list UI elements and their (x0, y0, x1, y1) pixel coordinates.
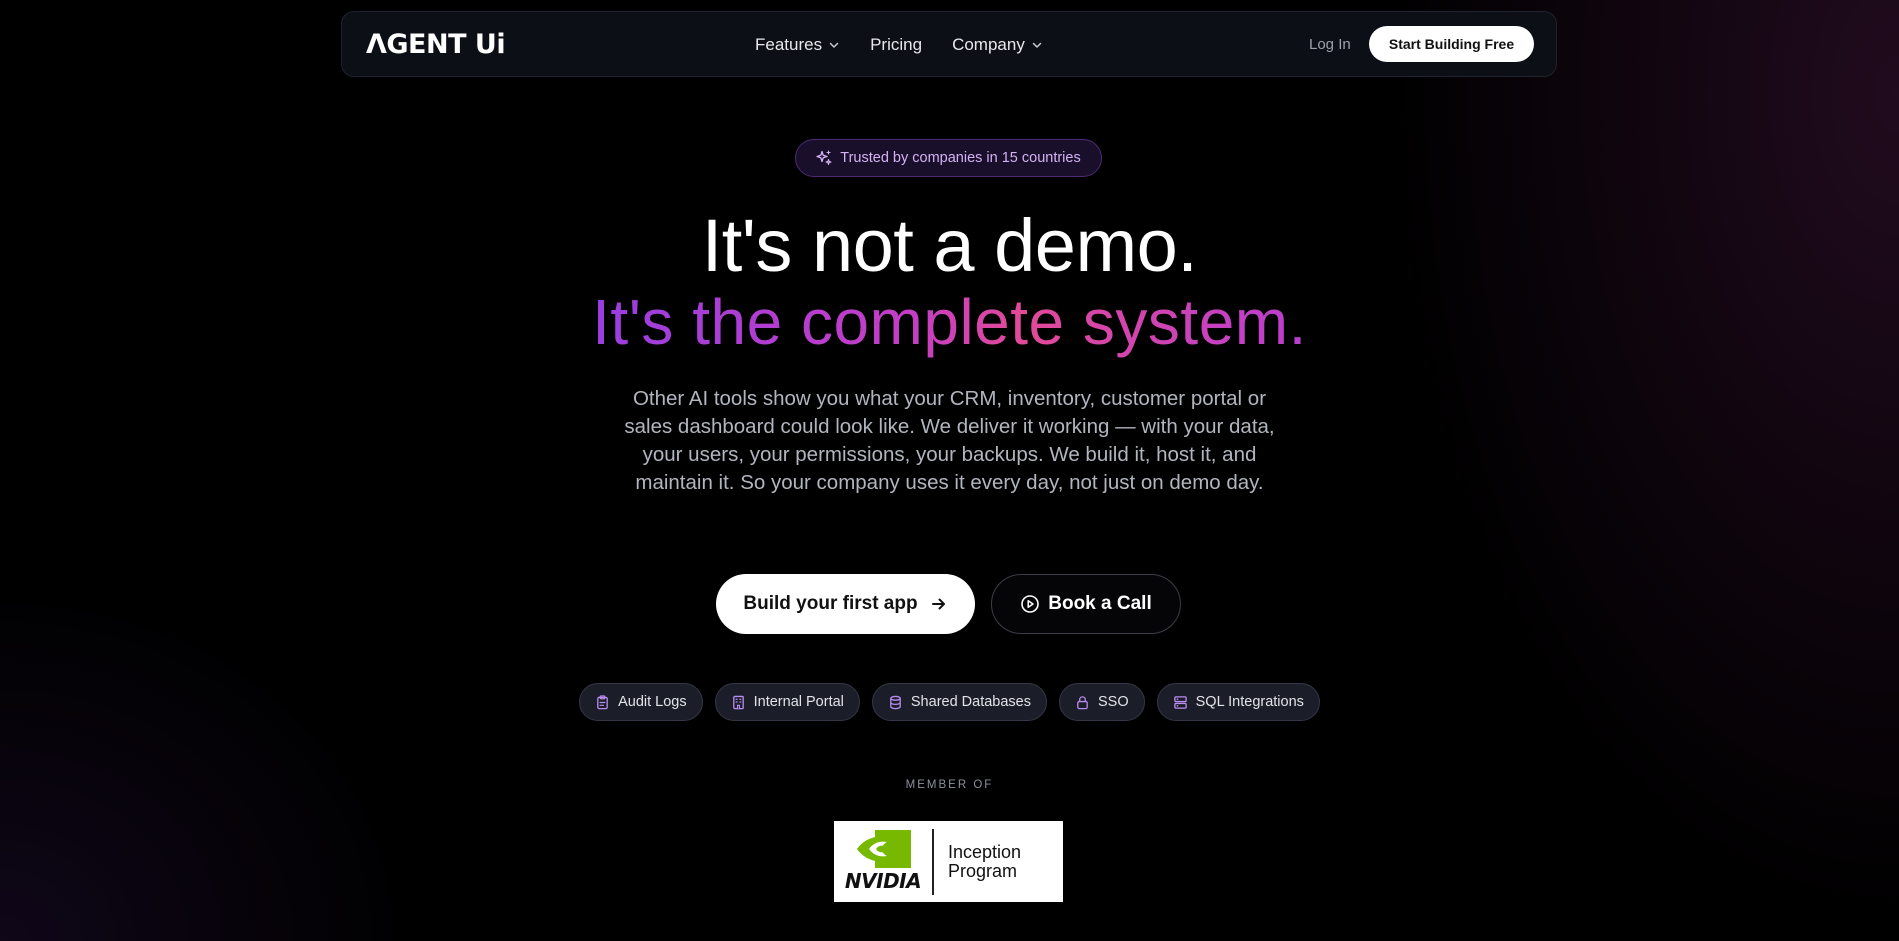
nav-links: Features Pricing Company (755, 12, 1073, 78)
trust-badge-text: Trusted by companies in 15 countries (840, 150, 1081, 166)
start-building-button[interactable]: Start Building Free (1369, 26, 1534, 62)
background-glow-left (0, 581, 420, 941)
nvidia-logo-mark: NVIDIA (834, 821, 932, 902)
feature-chips: Audit Logs Internal Portal Shared Databa… (0, 683, 1899, 721)
inception-line: Inception (948, 841, 1022, 862)
chip-label: SQL Integrations (1195, 694, 1304, 710)
chip-label: SSO (1098, 694, 1129, 710)
logo-divider (932, 828, 934, 895)
arrow-right-icon (931, 598, 945, 610)
background-glow-right (1379, 0, 1899, 941)
nav-pricing-label: Pricing (870, 35, 923, 54)
nav-company-label: Company (952, 35, 1025, 54)
chip-label: Audit Logs (618, 694, 687, 710)
server-icon (1173, 695, 1187, 709)
chip-audit-logs: Audit Logs (579, 683, 703, 721)
nav-company-menu[interactable]: Company (952, 35, 1043, 55)
chip-label: Shared Databases (910, 694, 1031, 710)
brand-logo[interactable]: ΛGENT Ui (366, 29, 506, 60)
chip-sso: SSO (1059, 683, 1145, 721)
chip-label: Internal Portal (753, 694, 844, 710)
book-a-call-label: Book a Call (1048, 593, 1152, 614)
sparkles-icon (816, 150, 832, 166)
build-first-app-label: Build your first app (743, 593, 918, 614)
program-line: Program (948, 860, 1018, 881)
top-navbar: ΛGENT Ui Features Pricing Company Log In… (341, 11, 1557, 77)
nvidia-inception-logo: NVIDIA Inception Program (834, 821, 1063, 902)
nvidia-eye-icon (857, 830, 911, 868)
trust-badge: Trusted by companies in 15 countries (795, 139, 1102, 177)
nav-features-label: Features (755, 35, 823, 54)
chevron-down-icon (829, 42, 839, 48)
hero-title-gradient-text: It's the complete system. (592, 286, 1307, 358)
hero-title-line2: It's the complete system. (0, 285, 1899, 359)
login-link[interactable]: Log In (1309, 36, 1351, 53)
database-icon (890, 695, 901, 709)
nav-pricing-link[interactable]: Pricing (870, 35, 922, 55)
play-circle-icon (1021, 595, 1040, 613)
member-of-label: MEMBER OF (905, 779, 994, 791)
clipboard-icon (597, 694, 608, 709)
chip-internal-portal: Internal Portal (714, 683, 860, 721)
chevron-down-icon (1032, 42, 1042, 48)
chip-shared-databases: Shared Databases (871, 683, 1047, 721)
hero-description: Other AI tools show you what your CRM, i… (624, 387, 1275, 494)
hero-title-line1: It's not a demo. (701, 204, 1198, 287)
building-icon (732, 695, 744, 709)
book-a-call-button[interactable]: Book a Call (991, 574, 1181, 634)
nvidia-wordmark: NVIDIA (844, 869, 922, 893)
chip-sql-integrations: SQL Integrations (1156, 683, 1320, 721)
build-first-app-button[interactable]: Build your first app (716, 574, 975, 634)
nav-features-menu[interactable]: Features (755, 35, 840, 55)
inception-program-text: Inception Program (948, 841, 1022, 881)
lock-icon (1077, 695, 1088, 709)
